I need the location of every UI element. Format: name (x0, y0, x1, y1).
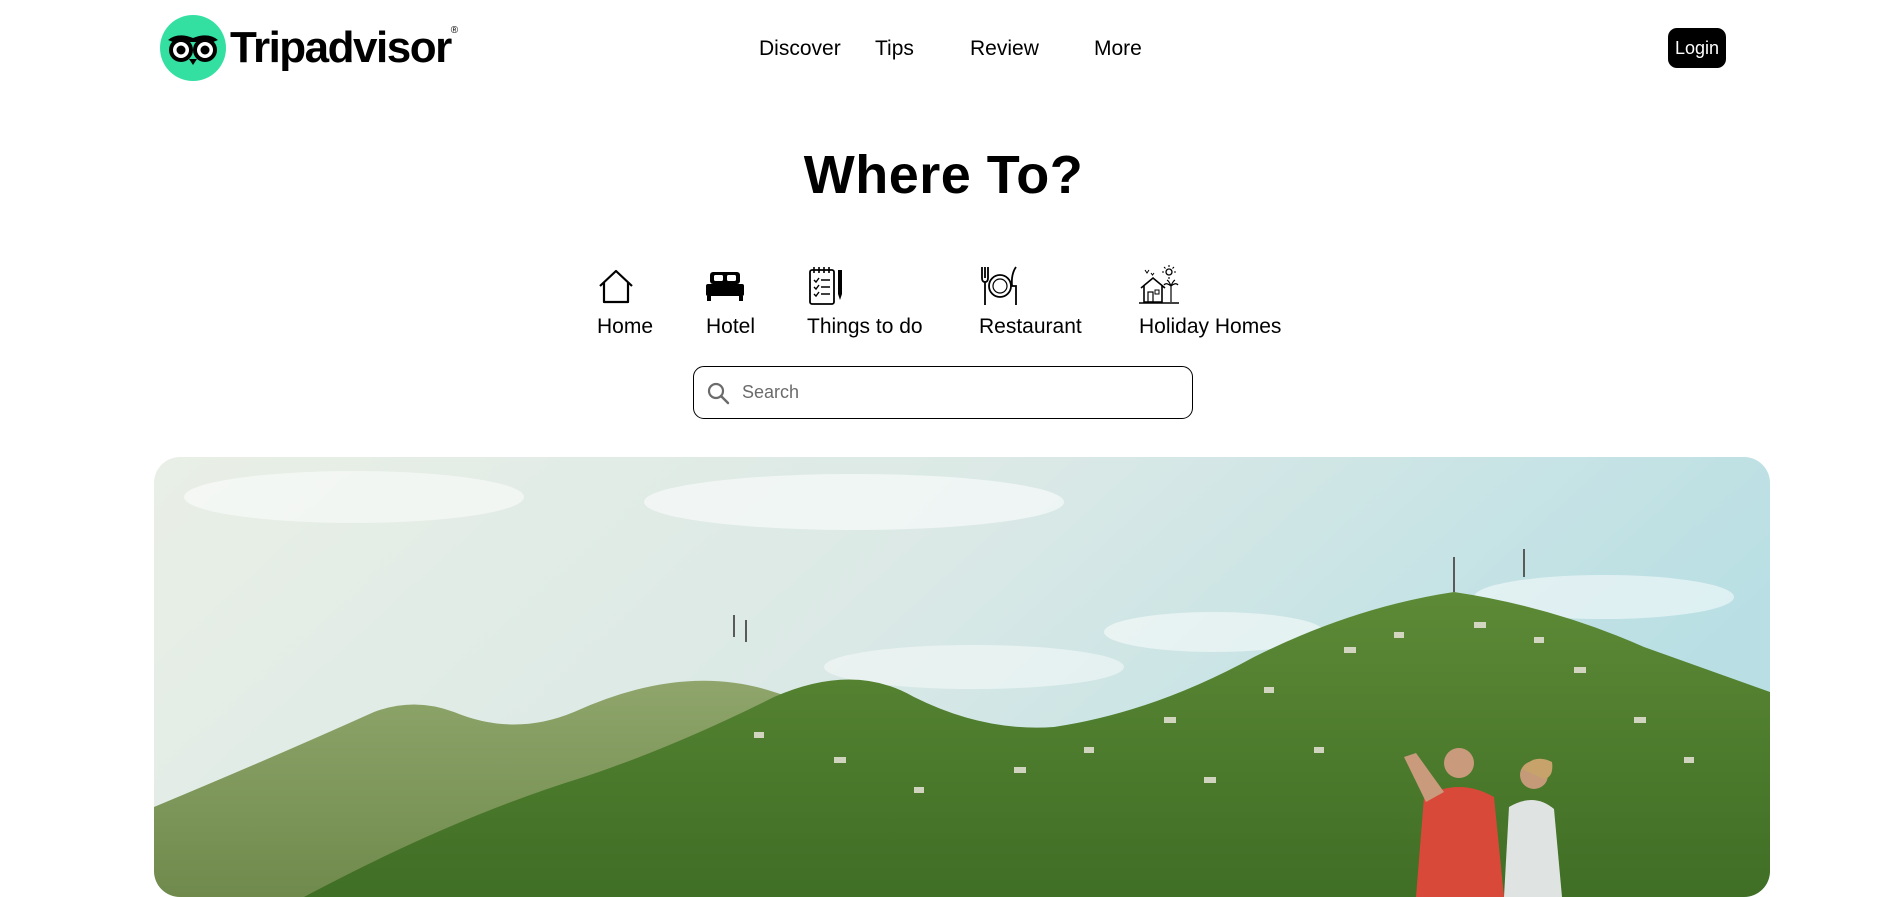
checklist-icon (809, 267, 842, 305)
category-hotel-label: Hotel (706, 315, 756, 338)
search-icon (707, 382, 730, 404)
fork-plate-knife-icon (981, 266, 1017, 305)
category-things-to-do-label: Things to do (807, 315, 923, 338)
holiday-home-icon (1139, 265, 1179, 304)
house-icon (599, 269, 633, 304)
category-holiday-homes-label: Holiday Homes (1139, 315, 1282, 338)
nav-more[interactable]: More (1094, 34, 1142, 64)
nav-review[interactable]: Review (970, 34, 1039, 64)
category-holiday-homes[interactable]: Holiday Homes (1139, 264, 1281, 338)
category-home-label: Home (597, 315, 654, 338)
search-box[interactable] (693, 366, 1193, 419)
category-home[interactable]: Home (597, 264, 653, 338)
category-things-to-do[interactable]: Things to do (807, 264, 923, 338)
search-input[interactable] (740, 381, 1164, 404)
category-hotel[interactable]: Hotel (705, 264, 755, 338)
login-button[interactable]: Login (1668, 28, 1726, 68)
owl-eyes-icon (160, 15, 226, 81)
hero-image (154, 457, 1770, 897)
category-restaurant[interactable]: Restaurant (979, 264, 1082, 338)
page-title: Where To? (803, 145, 1084, 205)
nav-discover[interactable]: Discover (759, 34, 841, 64)
tripadvisor-logo[interactable]: Tripadvisor® (160, 15, 458, 81)
category-restaurant-label: Restaurant (979, 315, 1082, 338)
nav-tips[interactable]: Tips (875, 34, 914, 64)
bed-icon (706, 272, 744, 301)
logo-wordmark: Tripadvisor® (230, 23, 458, 72)
